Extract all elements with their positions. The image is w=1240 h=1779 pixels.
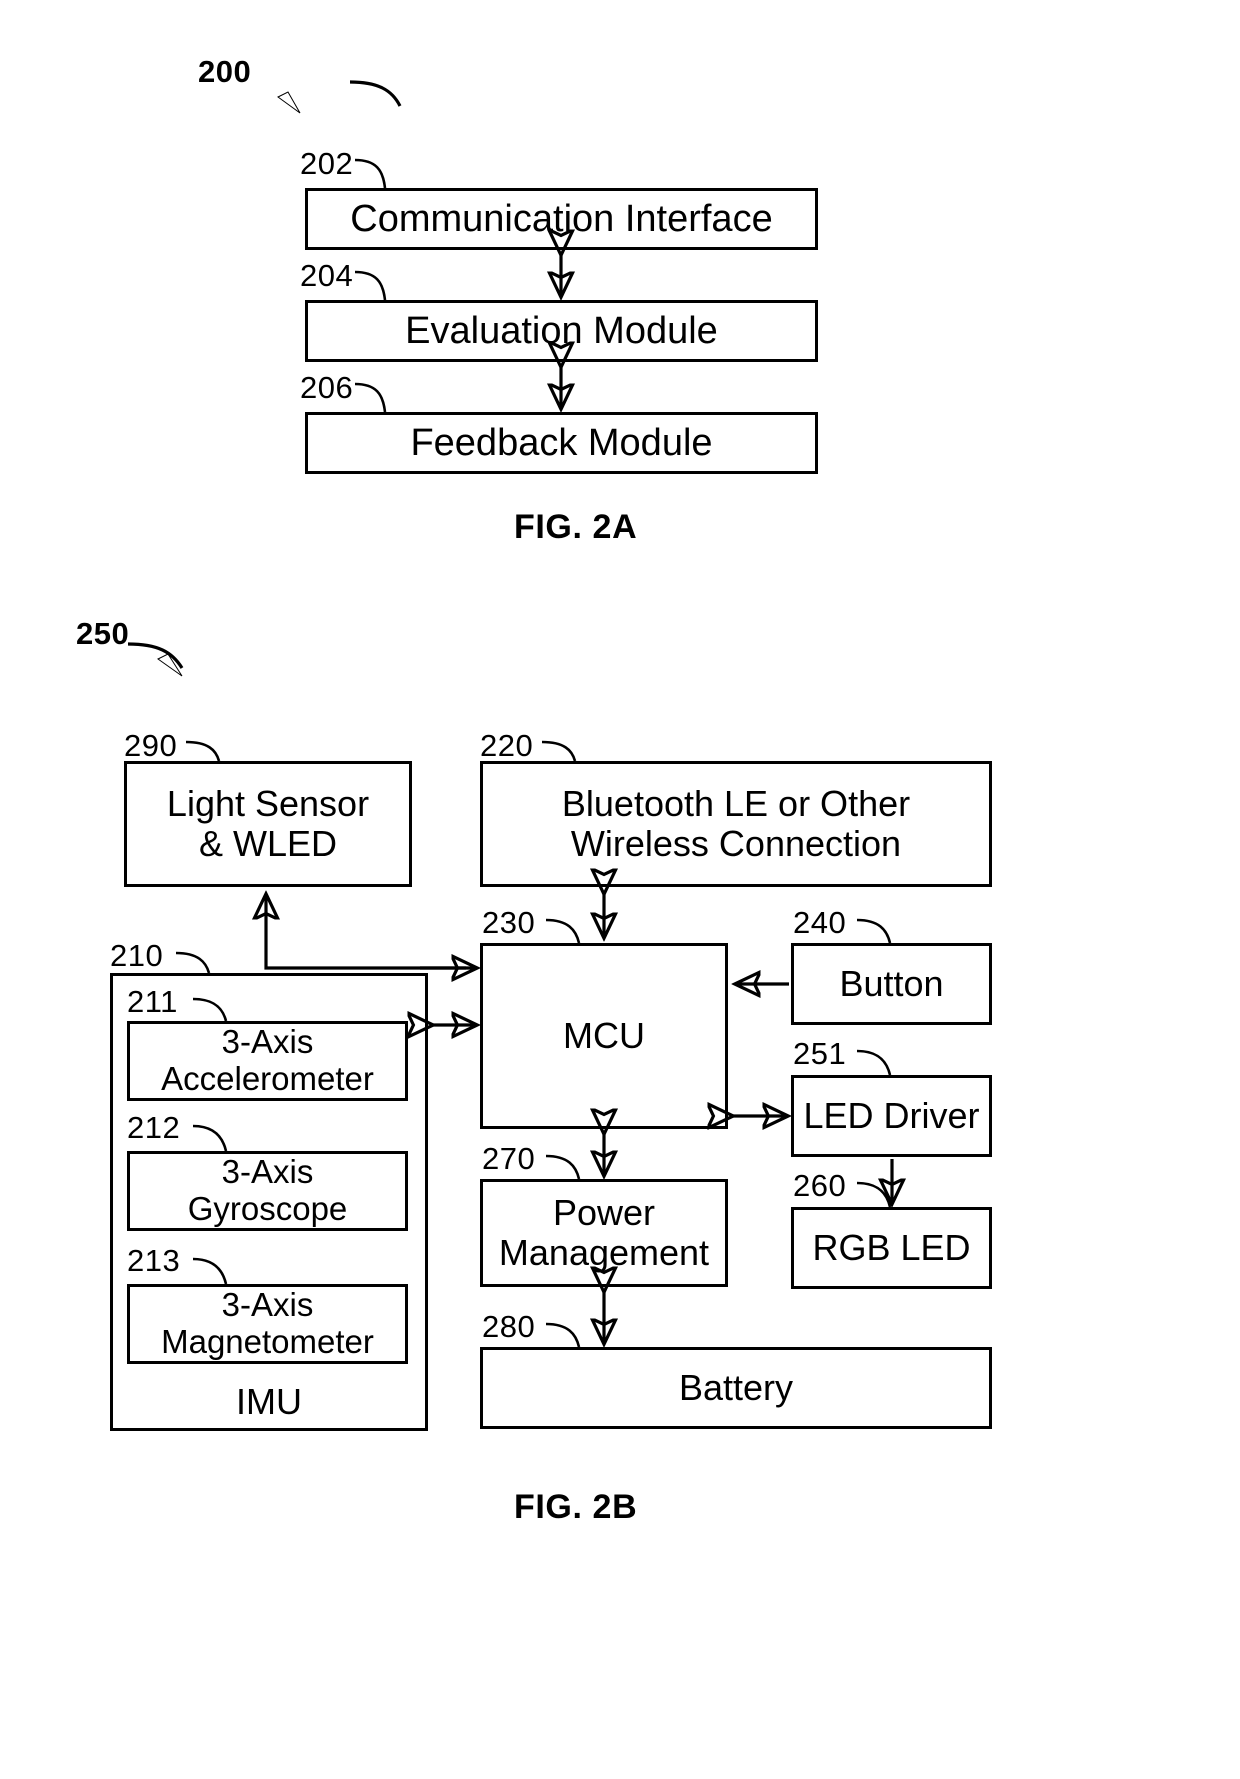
leader-230 <box>545 918 581 944</box>
block-label: 3-Axis Magnetometer <box>161 1286 374 1360</box>
leader-240 <box>856 918 892 944</box>
block-battery: Battery <box>480 1347 992 1429</box>
block-button: Button <box>791 943 992 1025</box>
leader-200 <box>349 80 402 107</box>
ref-label-211: 211 <box>127 984 178 1019</box>
leader-210 <box>175 951 211 974</box>
ref-label-210: 210 <box>110 938 164 973</box>
ref-label-251: 251 <box>793 1036 847 1071</box>
leader-206 <box>354 382 387 413</box>
block-label: Power Management <box>498 1191 710 1273</box>
block-label: LED Driver <box>803 1094 980 1136</box>
system-ref-250: 250 <box>76 616 130 651</box>
leader-220 <box>541 740 577 762</box>
block-label: Light Sensor & WLED <box>166 782 370 864</box>
block-label: Bluetooth LE or Other Wireless Connectio… <box>561 782 911 864</box>
block-label: RGB LED <box>812 1226 971 1268</box>
ref-label-290: 290 <box>124 728 178 763</box>
leader-202 <box>354 158 387 189</box>
ref-label-240: 240 <box>793 905 847 940</box>
ref-label-213: 213 <box>127 1243 181 1278</box>
block-label: 3-Axis Accelerometer <box>161 1023 374 1097</box>
leader-290 <box>185 740 221 762</box>
block-power-management: Power Management <box>480 1179 728 1287</box>
block-wireless-connection: Bluetooth LE or Other Wireless Connectio… <box>480 761 992 887</box>
ref-label-220: 220 <box>480 728 534 763</box>
arrowhead-200 <box>277 91 301 114</box>
leader-270 <box>545 1154 581 1180</box>
block-label: Feedback Module <box>410 421 713 464</box>
ref-label-204: 204 <box>300 258 354 293</box>
leader-260 <box>856 1181 892 1208</box>
block-light-sensor-wled: Light Sensor & WLED <box>124 761 412 887</box>
patent-drawing-sheet: 200 202 Communication Interface 204 Eval… <box>0 0 1240 1779</box>
block-led-driver: LED Driver <box>791 1075 992 1157</box>
system-ref-200: 200 <box>198 54 252 89</box>
leader-250 <box>127 642 184 669</box>
leader-251 <box>856 1049 892 1076</box>
ref-label-230: 230 <box>482 905 536 940</box>
block-label: MCU <box>563 1014 645 1056</box>
block-communication-interface: Communication Interface <box>305 188 818 250</box>
ref-label-206: 206 <box>300 370 354 405</box>
ref-label-260: 260 <box>793 1168 847 1203</box>
block-evaluation-module: Evaluation Module <box>305 300 818 362</box>
block-label: Evaluation Module <box>405 309 718 352</box>
block-label: 3-Axis Gyroscope <box>187 1153 348 1227</box>
ref-label-202: 202 <box>300 146 354 181</box>
block-label: Communication Interface <box>350 197 773 240</box>
leader-280 <box>545 1322 581 1348</box>
ref-label-270: 270 <box>482 1141 536 1176</box>
block-rgb-led: RGB LED <box>791 1207 992 1289</box>
arrow-bus-290 <box>266 895 466 970</box>
block-gyroscope: 3-Axis Gyroscope <box>127 1151 408 1231</box>
block-magnetometer: 3-Axis Magnetometer <box>127 1284 408 1364</box>
block-mcu: MCU <box>480 943 728 1129</box>
figure-caption-2a: FIG. 2A <box>514 508 638 546</box>
block-label: IMU <box>236 1380 302 1422</box>
block-feedback-module: Feedback Module <box>305 412 818 474</box>
block-label: Button <box>839 962 944 1004</box>
block-label: Battery <box>678 1366 794 1408</box>
ref-label-212: 212 <box>127 1110 181 1145</box>
leader-204 <box>354 270 387 301</box>
arrowhead-250 <box>157 653 183 677</box>
block-accelerometer: 3-Axis Accelerometer <box>127 1021 408 1101</box>
ref-label-280: 280 <box>482 1309 536 1344</box>
figure-caption-2b: FIG. 2B <box>514 1488 638 1526</box>
